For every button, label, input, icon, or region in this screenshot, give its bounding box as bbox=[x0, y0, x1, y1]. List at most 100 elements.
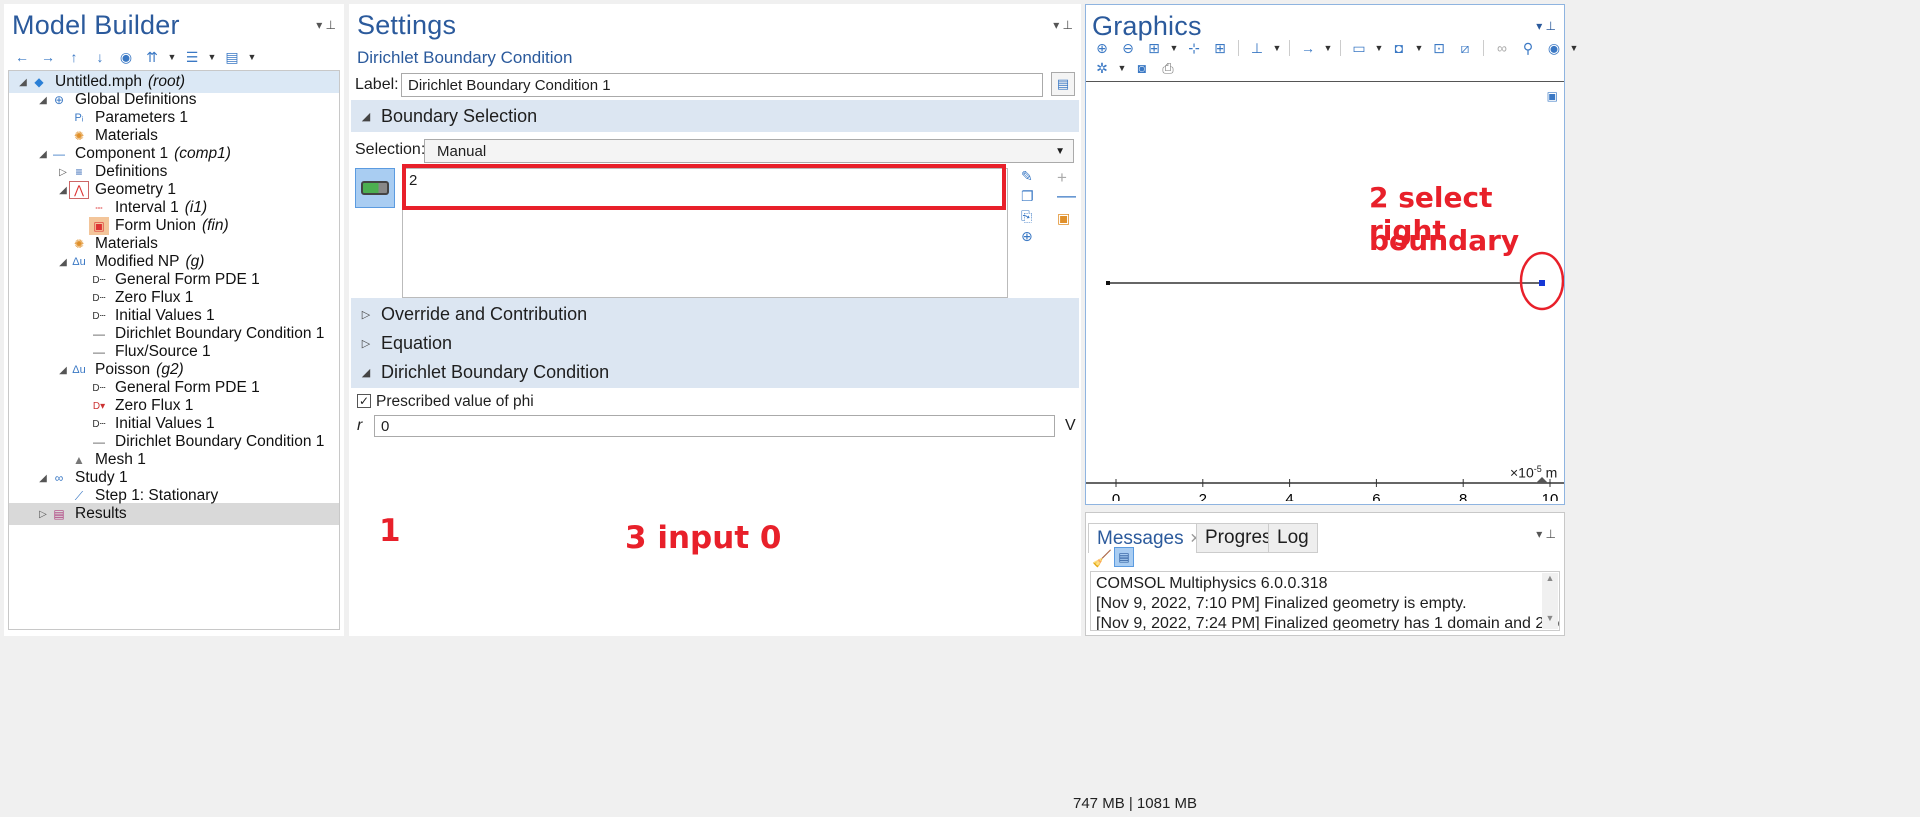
tab-log[interactable]: Log bbox=[1268, 523, 1318, 553]
settings-title: Settings bbox=[357, 10, 457, 40]
clear-selection-icon[interactable]: ⧄ bbox=[1453, 37, 1477, 59]
messages-settings-icon[interactable]: ▤ bbox=[1114, 547, 1134, 567]
collapse-arrow-icon[interactable]: ◢ bbox=[37, 94, 49, 106]
expand-arrow-icon: ▷ bbox=[361, 337, 371, 350]
chevron-down-icon[interactable]: ▼ bbox=[1568, 37, 1580, 59]
zoom-out-icon[interactable]: ⊖ bbox=[1116, 37, 1140, 59]
move-down-icon[interactable]: ↓ bbox=[88, 46, 112, 68]
label-caption: Label: bbox=[355, 76, 399, 93]
globe-icon: ⊕ bbox=[53, 93, 65, 107]
model-builder-toolbar: ← → ↑ ↓ ◉ ⇈ ▼ ☰ ▼ ▤ ▼ bbox=[10, 46, 258, 68]
camera-icon[interactable]: ◙ bbox=[1130, 57, 1154, 79]
clear-messages-icon[interactable]: 🧹 bbox=[1092, 549, 1112, 569]
messages-log: COMSOL Multiphysics 6.0.0.318 [Nov 9, 20… bbox=[1090, 571, 1560, 631]
study-icon: ∞ bbox=[54, 471, 64, 485]
prescribed-label: Prescribed value of phi bbox=[376, 393, 534, 410]
graphics-canvas[interactable]: 0 2 4 6 8 10 bbox=[1086, 81, 1564, 501]
node-label-icon[interactable]: ▤ bbox=[1051, 72, 1075, 96]
panel-menu-icon[interactable]: ▾ ⊥ bbox=[1536, 19, 1556, 33]
chevron-down-icon[interactable]: ▼ bbox=[166, 46, 178, 68]
prescribed-checkbox[interactable]: ✓ bbox=[357, 394, 371, 408]
clear-selection-icon[interactable]: ⎘ bbox=[1021, 208, 1032, 225]
back-icon[interactable]: ← bbox=[10, 46, 34, 68]
scroll-down-icon[interactable]: ▼ bbox=[1542, 613, 1558, 623]
scroll-up-icon[interactable]: ▲ bbox=[1542, 573, 1558, 583]
zoom-extents-icon[interactable]: ⊹ bbox=[1182, 37, 1206, 59]
expand-arrow-icon[interactable]: ▷ bbox=[37, 508, 49, 520]
annotation-step1: 1 bbox=[379, 513, 401, 549]
chevron-down-icon[interactable]: ▼ bbox=[206, 46, 218, 68]
model-tree: ◢ ◆ Untitled.mph (root) ◢ ⊕ Global Definiti… bbox=[8, 70, 340, 630]
model-builder-panel: Model Builder ▾ ⊥ ← → ↑ ↓ ◉ ⇈ ▼ ☰ ▼ ▤ ▼ … bbox=[4, 4, 344, 636]
right-boundary-point[interactable] bbox=[1539, 280, 1545, 286]
section-equation[interactable]: ▷ Equation bbox=[351, 327, 1079, 359]
move-up-icon[interactable]: ↑ bbox=[62, 46, 86, 68]
geometry-icon: ⋀ bbox=[69, 181, 89, 199]
view-icon[interactable]: ◉ bbox=[1542, 37, 1566, 59]
collapse-arrow-icon[interactable]: ◢ bbox=[17, 76, 29, 88]
zoom-box-icon[interactable]: ⊞ bbox=[1142, 37, 1166, 59]
forward-icon[interactable]: → bbox=[36, 46, 60, 68]
chevron-down-icon[interactable]: ▼ bbox=[1373, 37, 1385, 59]
add-to-selection-icon[interactable]: + bbox=[1057, 168, 1067, 188]
collapse-arrow-icon[interactable]: ◢ bbox=[57, 256, 69, 268]
section-override-contribution[interactable]: ▷ Override and Contribution bbox=[351, 298, 1079, 330]
left-boundary-point[interactable] bbox=[1106, 281, 1110, 285]
scene-light-icon[interactable]: ✲ bbox=[1090, 57, 1114, 79]
activate-selection-icon[interactable] bbox=[355, 168, 395, 208]
grid-icon[interactable]: ⊞ bbox=[1208, 37, 1232, 59]
create-selection-icon[interactable]: ▣ bbox=[1057, 210, 1070, 227]
expand-arrow-icon[interactable]: ▷ bbox=[57, 166, 69, 178]
collapse-arrow-icon[interactable]: ◢ bbox=[57, 364, 69, 376]
selection-caption: Selection: bbox=[355, 141, 426, 158]
chevron-down-icon[interactable]: ▼ bbox=[1413, 37, 1425, 59]
chevron-down-icon[interactable]: ▼ bbox=[1322, 37, 1334, 59]
r-value-field[interactable]: 0 bbox=[374, 415, 1055, 437]
collapse-arrow-icon[interactable]: ◢ bbox=[37, 148, 49, 160]
zoom-selection-icon[interactable]: ⊡ bbox=[1427, 37, 1451, 59]
chevron-down-icon[interactable]: ▼ bbox=[1168, 37, 1180, 59]
select-line-icon[interactable]: → bbox=[1296, 37, 1320, 59]
r-unit: V bbox=[1065, 417, 1076, 434]
panel-menu-icon[interactable]: ▾ ⊥ bbox=[316, 18, 336, 32]
select-domain-icon[interactable]: ◘ bbox=[1387, 37, 1411, 59]
copy-selection-icon[interactable]: ❐ bbox=[1021, 188, 1034, 205]
x-axis-tick-label: 2 bbox=[1199, 491, 1207, 501]
axes-icon[interactable]: ⊥ bbox=[1245, 37, 1269, 59]
show-hidden-icon[interactable]: ⚲ bbox=[1516, 37, 1540, 59]
message-line: [Nov 9, 2022, 7:10 PM] Finalized geometr… bbox=[1096, 595, 1467, 612]
expand-icon[interactable]: ⇈ bbox=[140, 46, 164, 68]
zoom-in-icon[interactable]: ⊕ bbox=[1090, 37, 1114, 59]
r-symbol: r bbox=[357, 417, 363, 434]
messages-scrollbar[interactable]: ▲ ▼ bbox=[1542, 573, 1558, 629]
graphics-panel: Graphics ▾ ⊥ ⊕ ⊖ ⊞ ▼ ⊹ ⊞ ⊥ ▼ → ▼ ▭ ▼ ◘ ▼… bbox=[1085, 4, 1578, 505]
select-boundary-icon[interactable]: ▭ bbox=[1347, 37, 1371, 59]
print-icon[interactable]: ⎙ bbox=[1156, 57, 1180, 79]
collapse-arrow-icon[interactable]: ◢ bbox=[37, 472, 49, 484]
show-icon[interactable]: ◉ bbox=[114, 46, 138, 68]
graphics-toolbar-row1: ⊕ ⊖ ⊞ ▼ ⊹ ⊞ ⊥ ▼ → ▼ ▭ ▼ ◘ ▼ ⊡ ⧄ ∞ ⚲ ◉ ▼ bbox=[1090, 37, 1580, 59]
chevron-down-icon[interactable]: ▼ bbox=[1271, 37, 1283, 59]
collapse-icon[interactable]: ☰ bbox=[180, 46, 204, 68]
pde-interface-icon: Δu bbox=[72, 364, 86, 376]
chevron-down-icon[interactable]: ▼ bbox=[1116, 57, 1128, 79]
hide-icon[interactable]: ∞ bbox=[1490, 37, 1514, 59]
mph-file-icon: ◆ bbox=[34, 75, 44, 89]
section-dirichlet-boundary-condition[interactable]: ◢ Dirichlet Boundary Condition bbox=[351, 356, 1079, 388]
settings-subtitle: Dirichlet Boundary Condition bbox=[357, 48, 573, 67]
remove-from-selection-icon[interactable]: — bbox=[1057, 186, 1076, 208]
list-icon[interactable]: ▤ bbox=[220, 46, 244, 68]
paste-selection-icon[interactable]: ✎ bbox=[1021, 168, 1033, 185]
section-boundary-selection[interactable]: ◢ Boundary Selection bbox=[351, 100, 1079, 132]
zoom-to-selection-icon[interactable]: ⊕ bbox=[1021, 228, 1033, 245]
toolbar-separator bbox=[1238, 40, 1239, 56]
selection-dropdown[interactable]: Manual ▼ bbox=[424, 139, 1074, 163]
graphics-toolbar-row2: ✲ ▼ ◙ ⎙ bbox=[1090, 57, 1180, 79]
collapse-arrow-icon[interactable]: ◢ bbox=[57, 184, 69, 196]
panel-menu-icon[interactable]: ▾ ⊥ bbox=[1053, 18, 1073, 32]
panel-menu-icon[interactable]: ▾ ⊥ bbox=[1536, 527, 1556, 541]
chevron-down-icon[interactable]: ▼ bbox=[246, 46, 258, 68]
tree-item-results[interactable]: ▤ Results bbox=[49, 503, 126, 525]
x-axis-tick-label: 6 bbox=[1372, 491, 1380, 501]
label-field[interactable]: Dirichlet Boundary Condition 1 bbox=[401, 73, 1043, 97]
